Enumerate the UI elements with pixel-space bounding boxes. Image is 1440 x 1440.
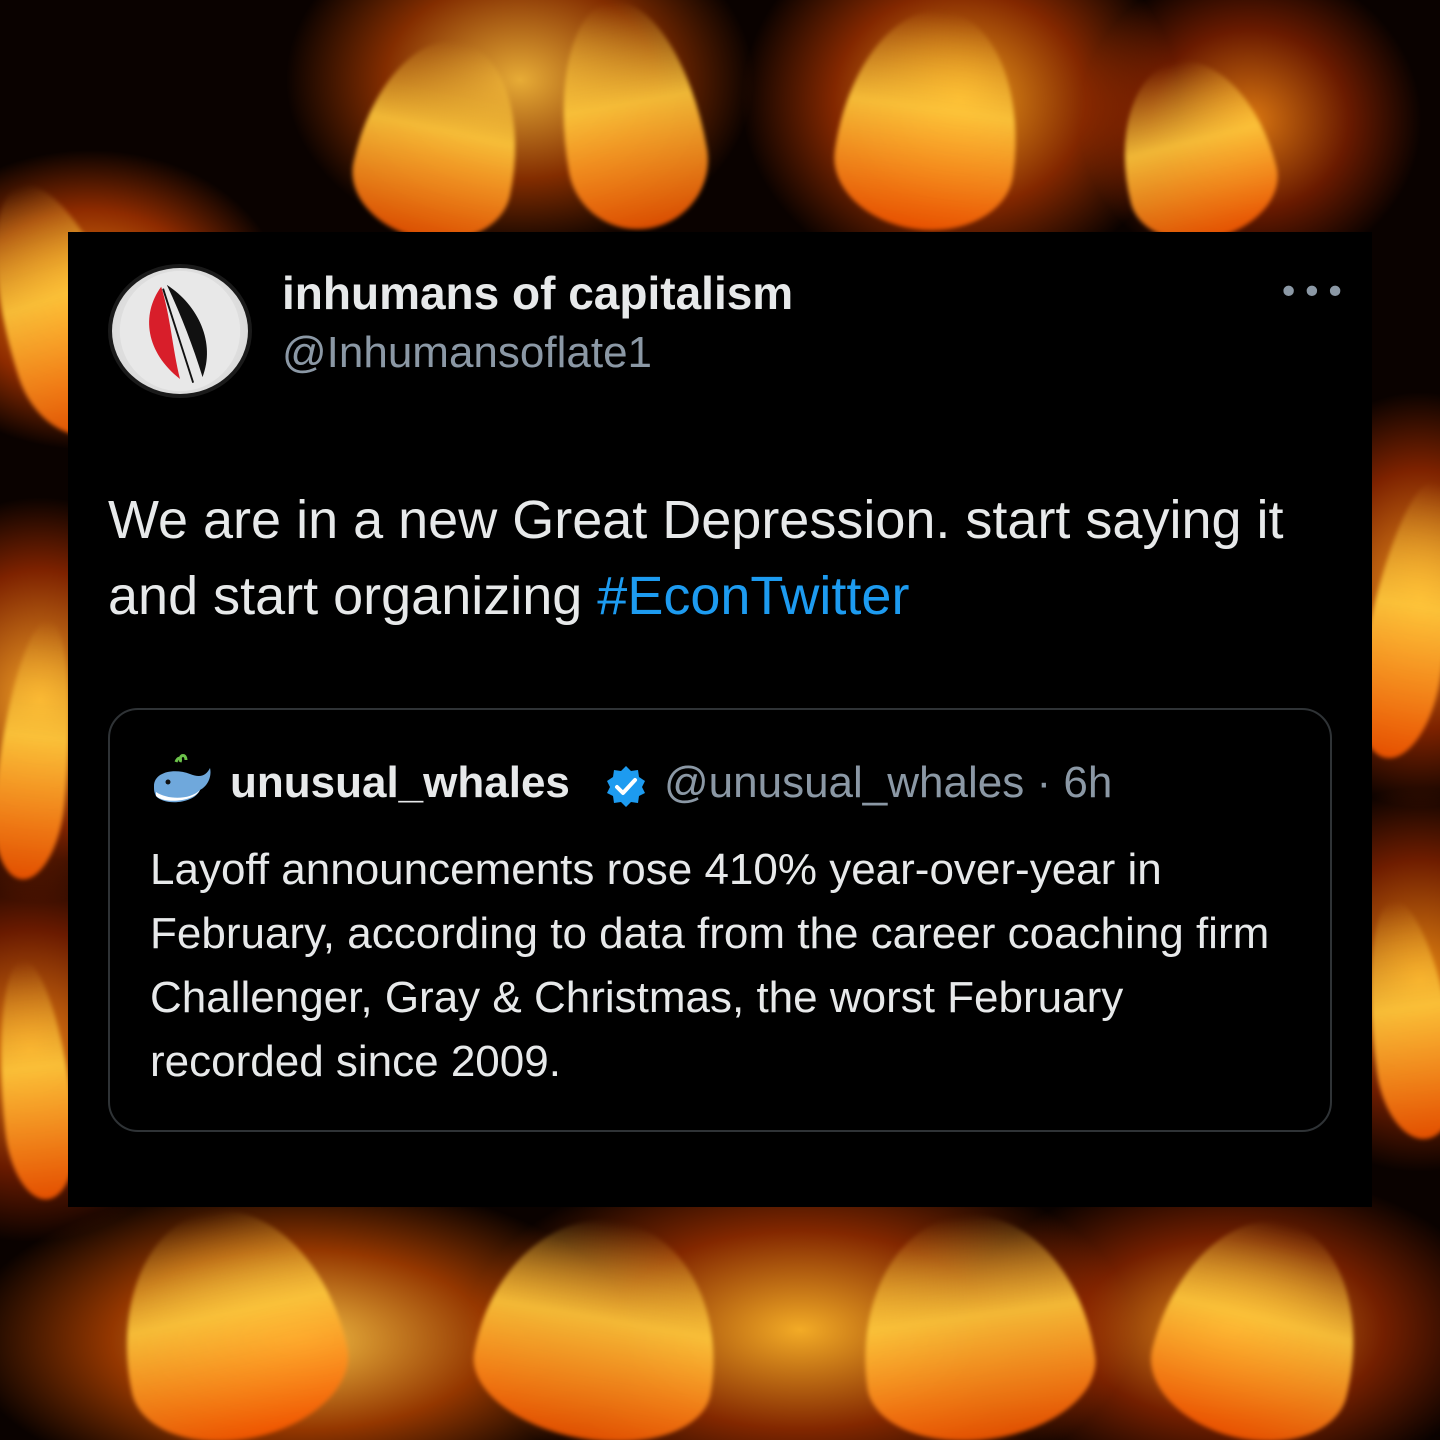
whale-icon[interactable] xyxy=(150,752,214,812)
feather-logo-icon[interactable] xyxy=(108,264,252,398)
more-options-icon[interactable]: ••• xyxy=(1278,275,1346,311)
hashtag-link[interactable]: #EconTwitter xyxy=(597,566,909,626)
quoted-display-name[interactable]: unusual_whales xyxy=(230,758,570,808)
post-text: We are in a new Great Depression. start … xyxy=(108,482,1328,634)
display-name[interactable]: inhumans of capitalism xyxy=(282,266,793,320)
meta-separator: · xyxy=(1024,758,1064,807)
verified-graphic xyxy=(607,766,645,807)
verified-badge-icon xyxy=(604,764,648,808)
screenshot-stage: inhumans of capitalism @Inhumansoflate1 … xyxy=(0,0,1440,1440)
whale-graphic xyxy=(154,754,211,803)
avatar-graphic xyxy=(119,270,241,392)
quoted-timestamp[interactable]: 6h xyxy=(1063,758,1112,807)
user-handle[interactable]: @Inhumansoflate1 xyxy=(282,328,652,378)
quoted-meta: @unusual_whales · 6h xyxy=(664,758,1112,808)
quoted-post-text: Layoff announcements rose 410% year-over… xyxy=(150,845,1270,1086)
quoted-handle[interactable]: @unusual_whales xyxy=(664,758,1024,807)
